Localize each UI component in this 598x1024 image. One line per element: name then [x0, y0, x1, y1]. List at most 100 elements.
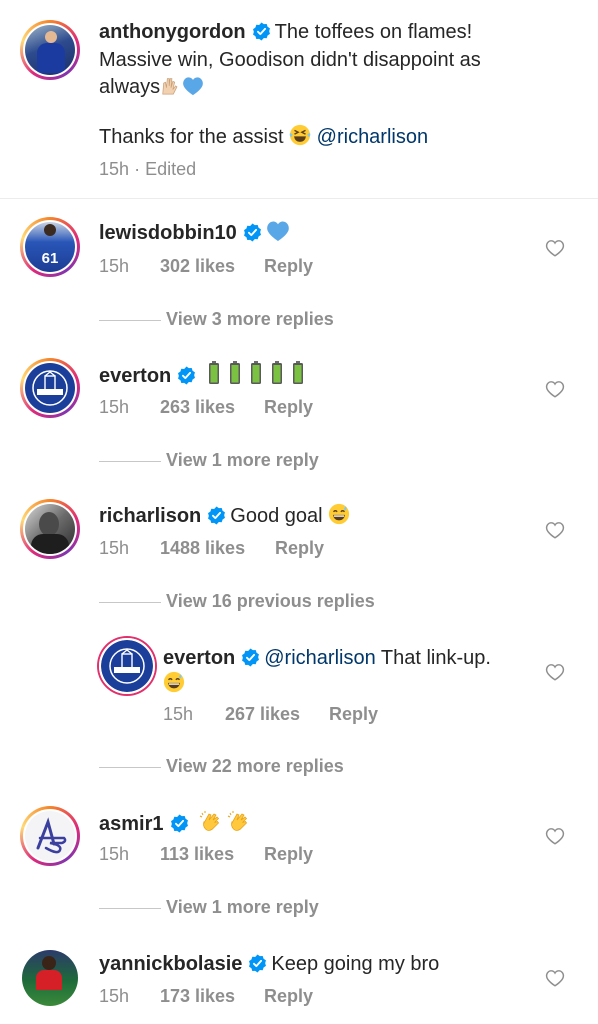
avatar-yannickbolasie[interactable] — [22, 950, 78, 1006]
caption-avatar[interactable] — [20, 20, 80, 80]
view-previous-replies[interactable]: View 16 previous replies — [99, 591, 375, 612]
comment-likes[interactable]: 113 likes — [160, 844, 234, 865]
replies-dash — [99, 601, 161, 603]
caption-line-3: always — [99, 74, 204, 100]
caption-line-1: anthonygordon The toffees on flames! — [99, 19, 472, 45]
avatar-lewisdobbin10[interactable]: 61 — [20, 217, 80, 277]
asmir-monogram-icon — [36, 817, 67, 854]
heart-icon[interactable] — [545, 521, 565, 539]
comment-likes[interactable]: 302 likes — [160, 256, 235, 277]
verified-icon — [252, 22, 271, 41]
comment-text: Keep going my bro — [271, 953, 440, 975]
caption-line-2: Massive win, Goodison didn't disappoint … — [99, 47, 481, 73]
reply-button[interactable]: Reply — [275, 538, 324, 559]
shirt-number: 61 — [41, 250, 59, 267]
view-more-label[interactable]: View 22 more replies — [166, 756, 344, 776]
comment-likes[interactable]: 263 likes — [160, 397, 235, 418]
verified-icon — [243, 223, 262, 242]
caption-separator: · — [134, 159, 141, 179]
comment-meta: 15h 263 likes Reply — [99, 397, 313, 418]
reply-username[interactable]: everton — [163, 647, 235, 669]
battery-emoji — [229, 361, 241, 385]
comment-time: 15h — [99, 538, 130, 558]
reply-line: everton @richarlison That link-up. — [163, 645, 491, 671]
comment-line: yannickbolasie Keep going my bro — [99, 951, 439, 977]
comment-time: 15h — [99, 986, 130, 1006]
comment-likes[interactable]: 1488 likes — [160, 538, 245, 559]
battery-emoji — [208, 361, 220, 385]
view-more-label[interactable]: View 3 more replies — [166, 309, 334, 329]
reply-button[interactable]: Reply — [264, 256, 313, 277]
comment-likes[interactable]: 173 likes — [160, 986, 235, 1007]
view-more-replies[interactable]: View 1 more reply — [99, 450, 319, 471]
clapping-hands-emoji — [227, 809, 251, 833]
comment-meta: 15h 113 likes Reply — [99, 844, 313, 865]
verified-icon — [241, 648, 260, 667]
reply-button[interactable]: Reply — [264, 397, 313, 418]
everton-crest-icon — [109, 648, 145, 684]
view-more-label[interactable]: View 16 previous replies — [166, 591, 375, 611]
comment-text: Good goal — [230, 505, 323, 527]
comment-username[interactable]: everton — [99, 365, 171, 387]
everton-crest-icon — [32, 370, 68, 406]
view-more-replies[interactable]: View 3 more replies — [99, 309, 334, 330]
caption-edited: Edited — [145, 159, 197, 179]
comment-time: 15h — [99, 844, 130, 864]
reply-line-2 — [163, 671, 185, 697]
heart-icon[interactable] — [545, 239, 565, 257]
comment-line: richarlison Good goal — [99, 503, 350, 529]
battery-emoji — [250, 361, 262, 385]
verified-icon — [170, 814, 189, 833]
caption-username[interactable]: anthonygordon — [99, 21, 246, 43]
blue-heart-emoji — [266, 220, 290, 242]
verified-icon — [207, 506, 226, 525]
caption-meta: 15h · Edited — [99, 159, 196, 180]
blue-heart-emoji — [182, 76, 204, 96]
caption-mention[interactable]: @richarlison — [317, 126, 428, 148]
avatar-richarlison[interactable] — [20, 499, 80, 559]
comment-meta: 15h 267 likes Reply — [163, 704, 378, 725]
reply-button[interactable]: Reply — [264, 844, 313, 865]
comment-username[interactable]: lewisdobbin10 — [99, 222, 237, 244]
comment-line: everton — [99, 361, 304, 389]
comment-username[interactable]: richarlison — [99, 505, 201, 527]
replies-dash — [99, 907, 161, 909]
grin-sweat-emoji — [328, 503, 350, 525]
avatar-asmir1[interactable] — [20, 806, 80, 866]
avatar-everton-reply[interactable] — [99, 638, 155, 694]
comment-username[interactable]: asmir1 — [99, 813, 164, 835]
heart-icon[interactable] — [545, 969, 565, 987]
view-more-replies[interactable]: View 22 more replies — [99, 756, 344, 777]
heart-icon[interactable] — [545, 380, 565, 398]
comment-line: lewisdobbin10 — [99, 220, 290, 246]
heart-icon[interactable] — [545, 663, 565, 681]
replies-dash — [99, 766, 161, 768]
heart-icon[interactable] — [545, 827, 565, 845]
caption-text-5: Thanks for the assist — [99, 126, 284, 148]
raised-hands-emoji — [160, 74, 182, 96]
reply-mention[interactable]: @richarlison — [264, 647, 375, 669]
comment-likes[interactable]: 267 likes — [225, 704, 300, 725]
comment-meta: 15h 173 likes Reply — [99, 986, 313, 1007]
comment-time: 15h — [99, 256, 130, 276]
verified-icon — [177, 366, 196, 385]
comment-meta: 15h 302 likes Reply — [99, 256, 313, 277]
comment-meta: 15h 1488 likes Reply — [99, 538, 324, 559]
replies-dash — [99, 460, 161, 462]
battery-emoji — [271, 361, 283, 385]
caption-line-5: Thanks for the assist @richarlison — [99, 124, 428, 150]
battery-emoji — [292, 361, 304, 385]
caption-time: 15h — [99, 159, 130, 179]
caption-text-1: The toffees on flames! — [274, 21, 473, 43]
reply-button[interactable]: Reply — [264, 986, 313, 1007]
avatar-everton[interactable] — [20, 358, 80, 418]
reply-button[interactable]: Reply — [329, 704, 378, 725]
comment-time: 15h — [163, 704, 194, 724]
caption-text-2: Massive win, Goodison didn't disappoint … — [99, 49, 481, 71]
comment-time: 15h — [99, 397, 130, 417]
view-more-replies[interactable]: View 1 more reply — [99, 897, 319, 918]
rofl-emoji — [289, 124, 311, 146]
view-more-label[interactable]: View 1 more reply — [166, 450, 319, 470]
comment-username[interactable]: yannickbolasie — [99, 953, 242, 975]
view-more-label[interactable]: View 1 more reply — [166, 897, 319, 917]
